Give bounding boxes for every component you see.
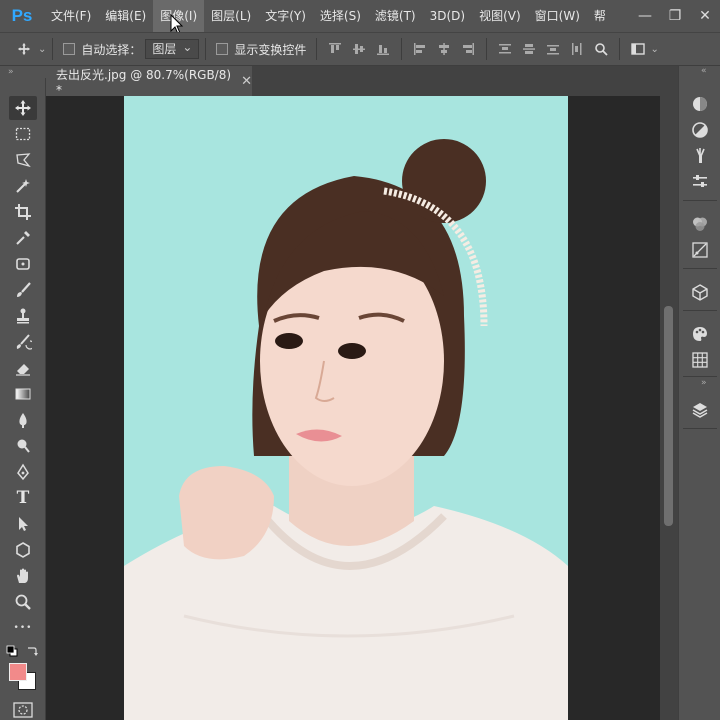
close-icon[interactable]: ✕ [241, 74, 252, 89]
move-tool-icon[interactable] [9, 96, 37, 120]
shape-tool-icon[interactable] [9, 538, 37, 562]
portrait-photo [124, 96, 568, 720]
properties-panel-icon[interactable] [686, 170, 714, 194]
path-select-tool-icon[interactable] [9, 512, 37, 536]
stamp-tool-icon[interactable] [9, 304, 37, 328]
distribute-hcenter-icon[interactable] [565, 38, 589, 60]
menu-layer[interactable]: 图层(L) [204, 0, 258, 32]
menu-edit[interactable]: 编辑(E) [98, 0, 153, 32]
align-hcenter-icon[interactable] [432, 38, 456, 60]
show-transform-label: 显示变换控件 [234, 42, 307, 57]
minimize-button[interactable]: — [630, 0, 660, 32]
eraser-tool-icon[interactable] [9, 356, 37, 380]
chevron-down-icon[interactable]: ⌄ [650, 44, 658, 55]
layer-group-select[interactable]: 图层 [145, 38, 200, 59]
menu-type[interactable]: 文字(Y) [258, 0, 313, 32]
crop-tool-icon[interactable] [9, 200, 37, 224]
patch-tool-icon[interactable] [9, 252, 37, 276]
toolbar-collapse-handle[interactable]: » [0, 66, 46, 78]
align-left-icon[interactable] [408, 38, 432, 60]
swatches-panel-icon[interactable] [686, 322, 714, 346]
type-tool-glyph: T [16, 488, 30, 508]
menu-bar: Ps 文件(F) 编辑(E) 图像(I) 图层(L) 文字(Y) 选择(S) 滤… [0, 0, 720, 35]
panel-collapse-handle-2[interactable]: » [679, 378, 707, 390]
canvas-area[interactable] [46, 96, 660, 720]
marquee-tool-icon[interactable] [9, 122, 37, 146]
dodge-tool-icon[interactable] [9, 434, 37, 458]
options-bar: ⌄ 自动选择： 图层 显示变换控件 ⌄ [0, 32, 720, 66]
hand-tool-icon[interactable] [9, 564, 37, 588]
tools-panel: T ••• [0, 78, 46, 720]
gradient-tool-icon[interactable] [9, 382, 37, 406]
align-vcenter-icon[interactable] [347, 38, 371, 60]
align-top-icon[interactable] [323, 38, 347, 60]
paths-panel-icon[interactable] [686, 238, 714, 262]
right-panel-dock: « » [678, 66, 720, 720]
brushes-panel-icon[interactable] [686, 144, 714, 168]
menu-help[interactable]: 帮 [587, 0, 613, 32]
layers-panel-icon[interactable] [686, 398, 714, 422]
brush-tool-icon[interactable] [9, 278, 37, 302]
menu-filter[interactable]: 滤镜(T) [368, 0, 423, 32]
lasso-tool-icon[interactable] [9, 148, 37, 172]
document-tab[interactable]: 去出反光.jpg @ 80.7%(RGB/8) * ✕ [46, 66, 252, 97]
panel-collapse-handle[interactable]: « [679, 66, 720, 78]
distribute-bottom-icon[interactable] [541, 38, 565, 60]
type-tool-icon[interactable]: T [9, 486, 37, 510]
close-button[interactable]: ✕ [690, 0, 720, 32]
scrollbar-thumb[interactable] [664, 306, 673, 526]
align-right-icon[interactable] [456, 38, 480, 60]
more-tools-glyph: ••• [13, 623, 33, 633]
distribute-vcenter-icon[interactable] [517, 38, 541, 60]
history-brush-icon[interactable] [9, 330, 37, 354]
more-tools-icon[interactable]: ••• [9, 616, 37, 640]
menu-view[interactable]: 视图(V) [472, 0, 528, 32]
document-image[interactable] [124, 96, 568, 720]
menu-file[interactable]: 文件(F) [44, 0, 98, 32]
workspace-icon[interactable] [626, 38, 650, 60]
restore-button[interactable]: ❐ [660, 0, 690, 32]
eyedropper-tool-icon[interactable] [9, 226, 37, 250]
document-tab-bar: 去出反光.jpg @ 80.7%(RGB/8) * ✕ [46, 66, 678, 97]
blur-tool-icon[interactable] [9, 408, 37, 432]
search-icon[interactable] [589, 38, 613, 60]
chevron-down-icon[interactable]: ⌄ [38, 44, 46, 55]
show-transform-checkbox[interactable] [216, 43, 229, 55]
menu-window[interactable]: 窗口(W) [528, 0, 587, 32]
foreground-color-swatch[interactable] [9, 663, 27, 681]
zoom-tool-icon[interactable] [9, 590, 37, 614]
distribute-top-icon[interactable] [493, 38, 517, 60]
canvas-vertical-scrollbar[interactable] [660, 96, 678, 720]
document-tab-title: 去出反光.jpg @ 80.7%(RGB/8) * [56, 67, 232, 97]
auto-select-label: 自动选择： [81, 42, 142, 57]
move-tool-preset-icon[interactable] [12, 38, 36, 60]
align-bottom-icon[interactable] [371, 38, 395, 60]
color-panel-icon[interactable] [686, 92, 714, 116]
3d-panel-icon[interactable] [686, 280, 714, 304]
auto-select-checkbox[interactable] [63, 43, 76, 55]
channels-panel-icon[interactable] [686, 212, 714, 236]
menu-select[interactable]: 选择(S) [313, 0, 368, 32]
swap-colors-icon[interactable] [26, 645, 38, 657]
grid-panel-icon[interactable] [686, 348, 714, 372]
pen-tool-icon[interactable] [9, 460, 37, 484]
default-colors-icon[interactable] [6, 645, 18, 657]
quick-select-tool-icon[interactable] [9, 174, 37, 198]
quick-mask-icon[interactable] [13, 702, 33, 718]
window-controls: — ❐ ✕ [630, 0, 720, 32]
app-logo: Ps [11, 6, 33, 25]
adjustments-panel-icon[interactable] [686, 118, 714, 142]
menu-3d[interactable]: 3D(D) [423, 0, 472, 32]
